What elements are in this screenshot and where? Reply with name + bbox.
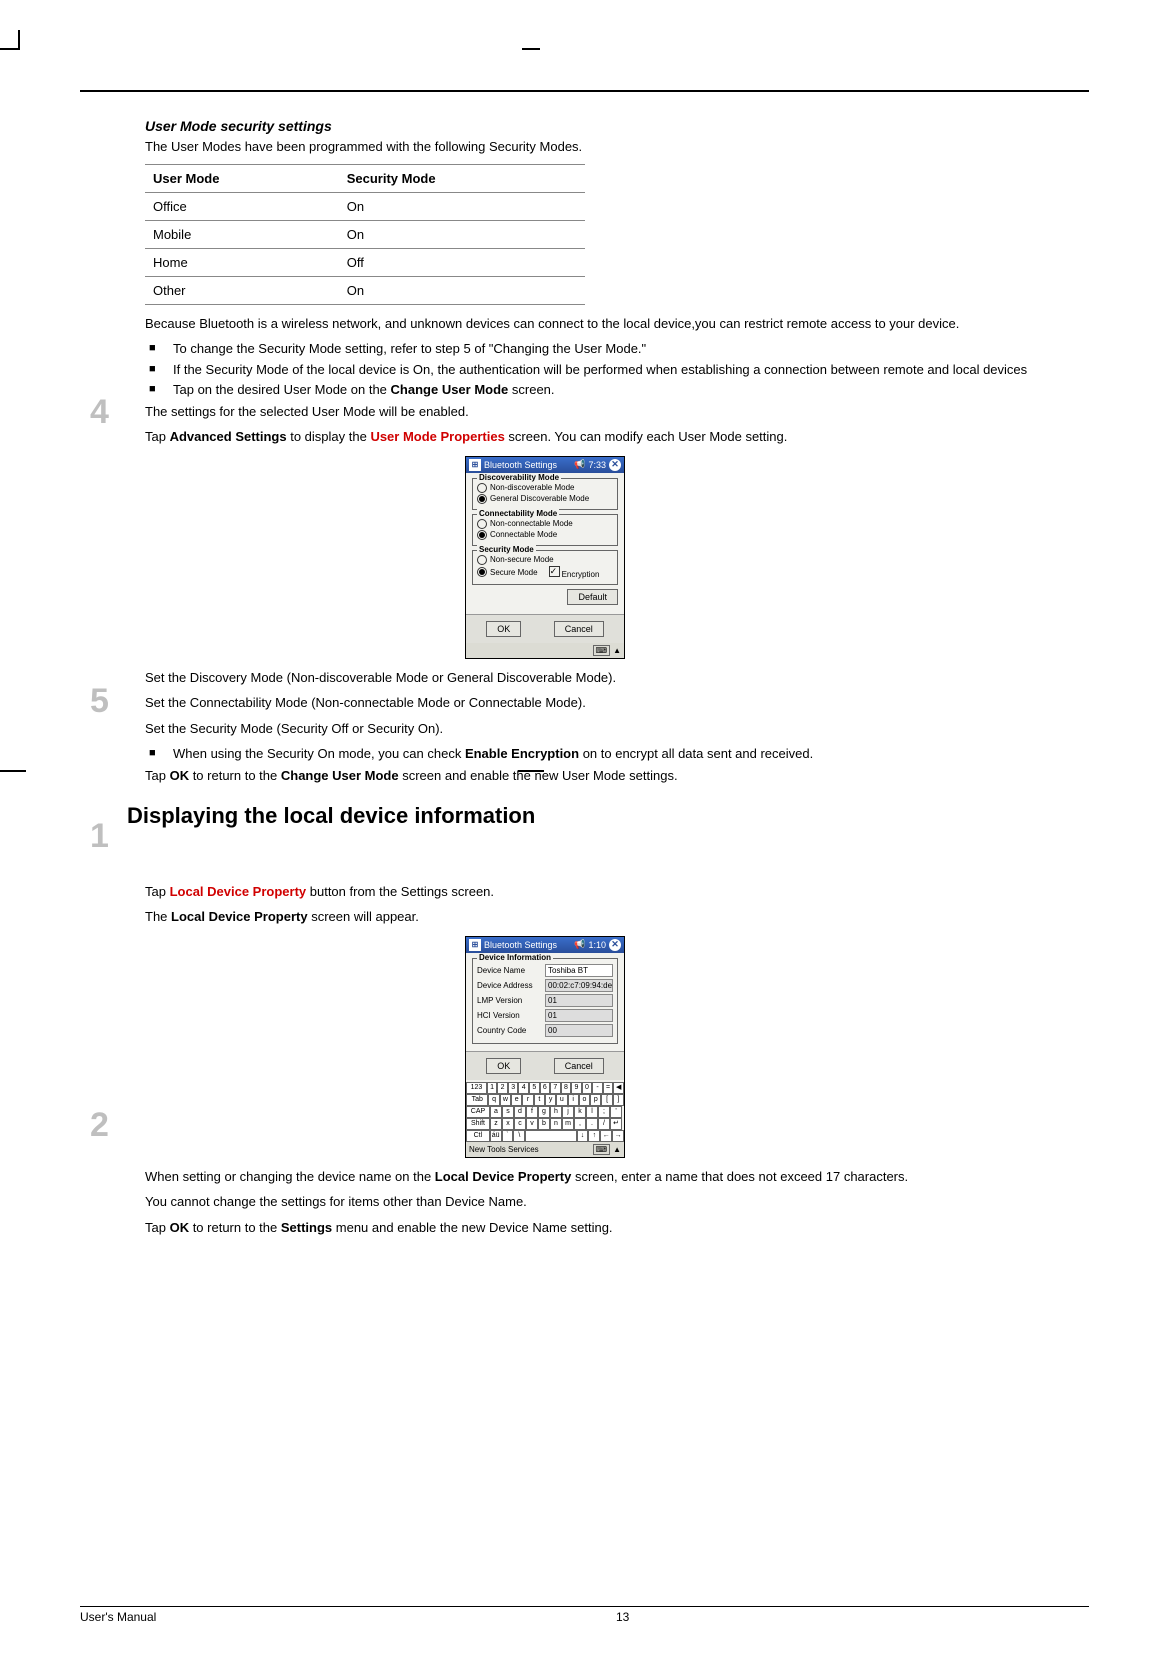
screenshot-user-mode-properties: ⊞ Bluetooth Settings 📢 7:33 ✕ Discoverab… [465, 456, 625, 659]
up-icon[interactable]: ▲ [613, 1145, 621, 1154]
info-row: HCI Version01 [477, 1009, 613, 1022]
subheading-security: User Mode security settings [145, 118, 1089, 134]
step5-text: Tap OK to return to the Change User Mode… [145, 767, 1089, 785]
speaker-icon: 📢 [574, 459, 585, 470]
close-icon[interactable]: ✕ [609, 939, 621, 951]
screenshot-local-device-property: ⊞ Bluetooth Settings 📢 1:10 ✕ Device Inf… [465, 936, 625, 1158]
crop-mark [518, 770, 544, 772]
when-setting-text: When setting or changing the device name… [145, 1168, 1089, 1186]
after-bullets-1: The settings for the selected User Mode … [145, 403, 1089, 421]
on-screen-keyboard[interactable]: 1231234567890-=◀ Tabqwertyuiop[] CAPasdf… [466, 1082, 624, 1142]
readonly-field: 00:02:c7:09:94:de [545, 979, 613, 992]
step-number-4: 4 [90, 395, 109, 429]
step-number-5: 5 [90, 684, 109, 718]
radio-icon[interactable] [477, 494, 487, 504]
fieldset-device-info: Device Information [477, 953, 553, 962]
speaker-icon: 📢 [574, 939, 585, 950]
info-row: Country Code00 [477, 1024, 613, 1037]
list-item: If the Security Mode of the local device… [145, 361, 1089, 379]
keyboard-icon[interactable]: ⌨ [593, 645, 611, 656]
table-row: OfficeOn [145, 192, 585, 220]
step4-text: Tap Advanced Settings to display the Use… [145, 428, 1089, 446]
fieldset-security: Security Mode [477, 545, 536, 554]
up-icon[interactable]: ▲ [613, 646, 621, 655]
cancel-button[interactable]: Cancel [554, 621, 604, 637]
menubar-text[interactable]: New Tools Services [469, 1145, 539, 1154]
list-item: When using the Security On mode, you can… [145, 745, 1089, 763]
set-line: Set the Security Mode (Security Off or S… [145, 720, 1089, 738]
table-row: MobileOn [145, 220, 585, 248]
readonly-field: 01 [545, 994, 613, 1007]
crop-mark [0, 770, 26, 772]
crop-mark [522, 30, 540, 50]
fieldset-connectability: Connectability Mode [477, 509, 559, 518]
security-mode-table: User Mode Security Mode OfficeOnMobileOn… [145, 164, 585, 305]
info-row: LMP Version01 [477, 994, 613, 1007]
cancel-button[interactable]: Cancel [554, 1058, 604, 1074]
bullet-list-1: To change the Security Mode setting, ref… [145, 340, 1089, 399]
radio-icon[interactable] [477, 567, 487, 577]
window-title: Bluetooth Settings [484, 940, 557, 950]
windows-flag-icon: ⊞ [469, 939, 481, 951]
window-titlebar: ⊞ Bluetooth Settings 📢 1:10 ✕ [466, 937, 624, 953]
footer-left: User's Manual [80, 1610, 156, 1624]
top-divider [80, 90, 1089, 92]
checkbox-icon[interactable] [549, 566, 560, 577]
close-icon[interactable]: ✕ [609, 459, 621, 471]
step1-text: Tap Local Device Property button from th… [145, 883, 1089, 901]
window-title: Bluetooth Settings [484, 460, 557, 470]
radio-icon[interactable] [477, 519, 487, 529]
bullet-list-2: When using the Security On mode, you can… [145, 745, 1089, 763]
th-user-mode: User Mode [145, 164, 339, 192]
windows-flag-icon: ⊞ [469, 459, 481, 471]
radio-icon[interactable] [477, 530, 487, 540]
list-item: To change the Security Mode setting, ref… [145, 340, 1089, 358]
fieldset-discoverability: Discoverability Mode [477, 473, 561, 482]
clock-text: 1:10 [588, 940, 606, 950]
table-row: HomeOff [145, 248, 585, 276]
info-row: Device Address00:02:c7:09:94:de [477, 979, 613, 992]
readonly-field: 00 [545, 1024, 613, 1037]
ok-button[interactable]: OK [486, 1058, 521, 1074]
device-name-input[interactable]: Toshiba BT [545, 964, 613, 977]
set-line: Set the Connectability Mode (Non-connect… [145, 694, 1089, 712]
th-security-mode: Security Mode [339, 164, 585, 192]
table-row: OtherOn [145, 276, 585, 304]
list-item: Tap on the desired User Mode on the Chan… [145, 381, 1089, 399]
info-row: Device NameToshiba BT [477, 964, 613, 977]
crop-mark [0, 30, 20, 50]
radio-icon[interactable] [477, 555, 487, 565]
section-heading-local-device: Displaying the local device information [127, 803, 1089, 829]
clock-text: 7:33 [588, 460, 606, 470]
intro-text: The User Modes have been programmed with… [145, 138, 1089, 156]
step2-text: Tap OK to return to the Settings menu an… [145, 1219, 1089, 1237]
because-text: Because Bluetooth is a wireless network,… [145, 315, 1089, 333]
page-footer: User's Manual 13 [80, 1606, 1089, 1624]
radio-icon[interactable] [477, 483, 487, 493]
window-titlebar: ⊞ Bluetooth Settings 📢 7:33 ✕ [466, 457, 624, 473]
set-line: Set the Discovery Mode (Non-discoverable… [145, 669, 1089, 687]
readonly-field: 01 [545, 1009, 613, 1022]
step1-after: The Local Device Property screen will ap… [145, 908, 1089, 926]
ok-button[interactable]: OK [486, 621, 521, 637]
cannot-change-text: You cannot change the settings for items… [145, 1193, 1089, 1211]
footer-page-number: 13 [616, 1610, 629, 1624]
step-number-1: 1 [90, 819, 109, 853]
step-number-2: 2 [90, 1108, 109, 1142]
default-button[interactable]: Default [567, 589, 618, 605]
keyboard-icon[interactable]: ⌨ [593, 1144, 611, 1155]
